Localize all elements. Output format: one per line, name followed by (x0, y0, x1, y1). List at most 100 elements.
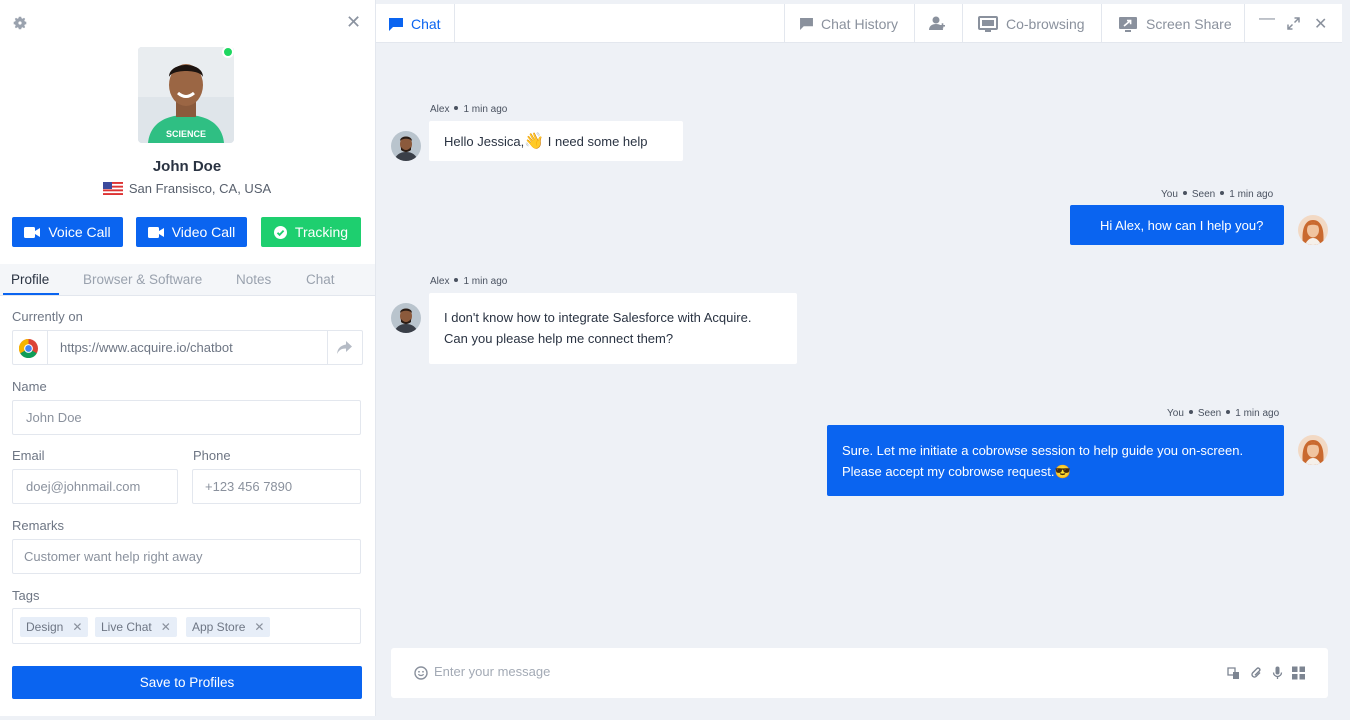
message-text: Please accept my cobrowse request. (842, 464, 1055, 479)
wave-emoji: 👋 (524, 133, 545, 150)
message-author: You (1167, 408, 1184, 419)
message-time: 1 min ago (1235, 408, 1280, 419)
url-divider (327, 331, 328, 364)
message-status: Seen (1191, 189, 1216, 200)
chat-history-label: Chat History (821, 16, 899, 32)
paperclip-icon[interactable] (1250, 666, 1263, 680)
sunglasses-emoji: 😎 (1054, 464, 1071, 479)
avatar (1298, 435, 1328, 465)
message-line: I don't know how to integrate Salesforce… (444, 310, 752, 325)
visitor-location-text: San Fransisco, CA, USA (128, 181, 272, 196)
message-meta: You Seen 1 min ago (1161, 189, 1273, 200)
video-camera-icon (24, 226, 41, 238)
toolbar-divider (914, 4, 915, 43)
cobrowsing-label: Co-browsing (1006, 16, 1085, 32)
visitor-name: John Doe (152, 158, 222, 175)
apps-grid-icon[interactable] (1292, 666, 1305, 680)
message-composer: Enter your message (391, 648, 1328, 698)
message-author: Alex (430, 104, 450, 115)
toolbar-divider (962, 4, 963, 43)
tags-field[interactable]: Design ✕ Live Chat ✕ App Store ✕ (12, 608, 361, 644)
online-status-dot (222, 46, 234, 58)
tag-chip: Live Chat ✕ (95, 617, 177, 637)
remove-tag-icon[interactable]: ✕ (254, 620, 264, 634)
video-call-button[interactable]: Video Call (136, 217, 247, 247)
toolbar-divider (1101, 4, 1102, 43)
phone-label: Phone (193, 448, 231, 463)
message-line: Sure. Let me initiate a cobrowse session… (842, 443, 1244, 458)
video-call-label: Video Call (171, 224, 236, 240)
name-field[interactable]: John Doe (12, 400, 361, 435)
current-url-field: https://www.acquire.io/chatbot (12, 330, 363, 365)
message-author: You (1161, 189, 1178, 200)
current-url-text: https://www.acquire.io/chatbot (60, 340, 233, 355)
email-field[interactable]: doej@johnmail.com (12, 469, 178, 504)
visitor-avatar: SCIENCE (138, 47, 234, 143)
chrome-icon (19, 339, 38, 358)
avatar (391, 303, 421, 333)
save-to-profiles-button[interactable]: Save to Profiles (12, 666, 362, 699)
check-circle-icon (273, 225, 287, 239)
chat-bubble-icon (800, 18, 813, 30)
remove-tag-icon[interactable]: ✕ (72, 620, 82, 634)
tab-profile[interactable]: Profile (11, 272, 49, 287)
message-text: I need some help (547, 134, 648, 149)
remove-tag-icon[interactable]: ✕ (161, 620, 171, 634)
tag-label: App Store (192, 620, 246, 634)
tab-browser-software[interactable]: Browser & Software (83, 272, 202, 287)
message-meta: You Seen 1 min ago (1167, 408, 1279, 419)
tracking-label: Tracking (294, 224, 349, 240)
tracking-button[interactable]: Tracking (261, 217, 361, 247)
voice-call-label: Voice Call (48, 224, 111, 240)
message-status: Seen (1197, 408, 1222, 419)
message-line: Please accept my cobrowse request.😎 (842, 461, 1269, 482)
name-label: Name (12, 379, 47, 394)
close-icon[interactable]: ✕ (1314, 14, 1327, 34)
incoming-message: Hello Jessica,👋 I need some help (429, 121, 683, 161)
tag-label: Design (26, 620, 64, 634)
close-icon[interactable]: ✕ (346, 13, 361, 31)
phone-field[interactable]: +123 456 7890 (192, 469, 361, 504)
remarks-field[interactable]: Customer want help right away (12, 539, 361, 574)
chat-tab-label: Chat (411, 16, 441, 32)
outgoing-message: Hi Alex, how can I help you? (1070, 205, 1284, 245)
tags-label: Tags (12, 588, 40, 603)
profile-tabs: Profile Browser & Software Notes Chat (0, 264, 375, 296)
email-label: Email (12, 448, 45, 463)
gear-icon[interactable] (12, 15, 28, 31)
tag-label: Live Chat (101, 620, 152, 634)
toolbar-divider (1244, 4, 1245, 43)
toolbar-divider (784, 4, 785, 43)
cobrowsing-button[interactable]: Co-browsing (978, 16, 1085, 32)
visitor-location: San Fransisco, CA, USA (0, 181, 374, 196)
cobrowse-icon (978, 16, 998, 32)
add-participant-button[interactable] (929, 16, 945, 30)
us-flag-icon (102, 182, 123, 195)
minimize-icon[interactable]: — (1259, 10, 1275, 28)
voice-call-button[interactable]: Voice Call (12, 217, 123, 247)
translate-icon[interactable] (1227, 666, 1240, 680)
active-tab-indicator (3, 293, 59, 295)
expand-icon[interactable] (1287, 17, 1300, 30)
share-arrow-icon[interactable] (337, 341, 352, 354)
screen-share-button[interactable]: Screen Share (1118, 16, 1232, 32)
message-author: Alex (430, 276, 450, 287)
avatar (1298, 215, 1328, 245)
smile-icon[interactable] (414, 666, 428, 680)
tab-chat-main[interactable]: Chat (389, 16, 441, 32)
microphone-icon[interactable] (1271, 666, 1284, 680)
toolbar-divider (454, 4, 455, 43)
remarks-label: Remarks (12, 518, 65, 533)
outgoing-message: Sure. Let me initiate a cobrowse session… (827, 425, 1284, 496)
tag-chip: Design ✕ (20, 617, 89, 637)
tab-chat[interactable]: Chat (306, 272, 335, 287)
message-input[interactable]: Enter your message (434, 664, 550, 679)
message-time: 1 min ago (463, 104, 508, 115)
currently-on-label: Currently on (12, 309, 83, 324)
chat-history-button[interactable]: Chat History (800, 16, 898, 32)
svg-text:SCIENCE: SCIENCE (166, 129, 206, 139)
message-text: Hello Jessica, (444, 134, 525, 149)
chat-bubble-icon (389, 17, 403, 31)
message-time: 1 min ago (1229, 189, 1274, 200)
tab-notes[interactable]: Notes (236, 272, 271, 287)
